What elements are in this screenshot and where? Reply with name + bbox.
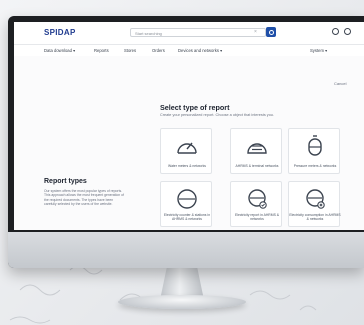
electricity-consumption-icon — [306, 189, 325, 209]
report-types-description: Our system offers the most popular types… — [44, 189, 124, 207]
report-card-electricity-counter[interactable]: Electricity counter & stations in AHRMS … — [160, 181, 212, 227]
nav-system[interactable]: System ▾ — [310, 48, 327, 53]
settings-icon[interactable] — [344, 28, 351, 35]
clear-search-icon[interactable]: × — [254, 29, 257, 35]
card-label: Pressure meters & networks — [293, 164, 337, 168]
nav-stores[interactable]: Stores — [124, 48, 136, 53]
nav-orders[interactable]: Orders — [152, 48, 165, 53]
nav-data-download[interactable]: Data download ▾ — [44, 48, 75, 53]
nav-devices-networks[interactable]: Devices and networks ▾ — [178, 48, 222, 53]
pressure-meter-icon — [308, 135, 322, 156]
monitor-base — [118, 295, 246, 309]
card-label: Electricity consumption in AHRMS & netwo… — [289, 213, 341, 221]
report-card-electricity-report[interactable]: Electricity report in AHRMS & networks — [230, 181, 282, 227]
content-area: Cancel Select type of report Create your… — [14, 56, 364, 230]
report-card-water-meters[interactable]: Water meters & networks — [160, 128, 212, 174]
notifications-icon[interactable] — [332, 28, 339, 35]
report-types-title: Report types — [44, 178, 87, 185]
top-bar: SPIDAP Start searching × — [14, 22, 364, 45]
brand-logo[interactable]: SPIDAP — [44, 28, 76, 37]
electricity-counter-icon — [177, 189, 197, 209]
page-subtitle: Create your personalized report. Choose … — [160, 113, 274, 117]
card-label: AHRMS & terminal networks — [235, 164, 279, 168]
card-label: Water meters & networks — [168, 164, 206, 168]
report-card-pressure-meters[interactable]: Pressure meters & networks — [288, 128, 340, 174]
app-screen: SPIDAP Start searching × Data download ▾… — [14, 22, 364, 230]
monitor-chin — [8, 232, 364, 268]
report-card-electricity-consumption[interactable]: Electricity consumption in AHRMS & netwo… — [288, 181, 341, 227]
ahrms-icon — [247, 143, 267, 154]
cancel-link[interactable]: Cancel — [334, 81, 346, 86]
card-label: Electricity counter & stations in AHRMS … — [163, 213, 211, 221]
nav-reports[interactable]: Reports — [94, 48, 109, 53]
electricity-report-icon — [248, 189, 267, 209]
search-input[interactable]: Start searching — [130, 28, 266, 37]
page-title: Select type of report — [160, 103, 230, 112]
card-label: Electricity report in AHRMS & networks — [234, 213, 280, 221]
water-meter-icon — [177, 142, 197, 154]
report-card-ahrms[interactable]: AHRMS & terminal networks — [230, 128, 282, 174]
search-button[interactable] — [266, 27, 276, 37]
